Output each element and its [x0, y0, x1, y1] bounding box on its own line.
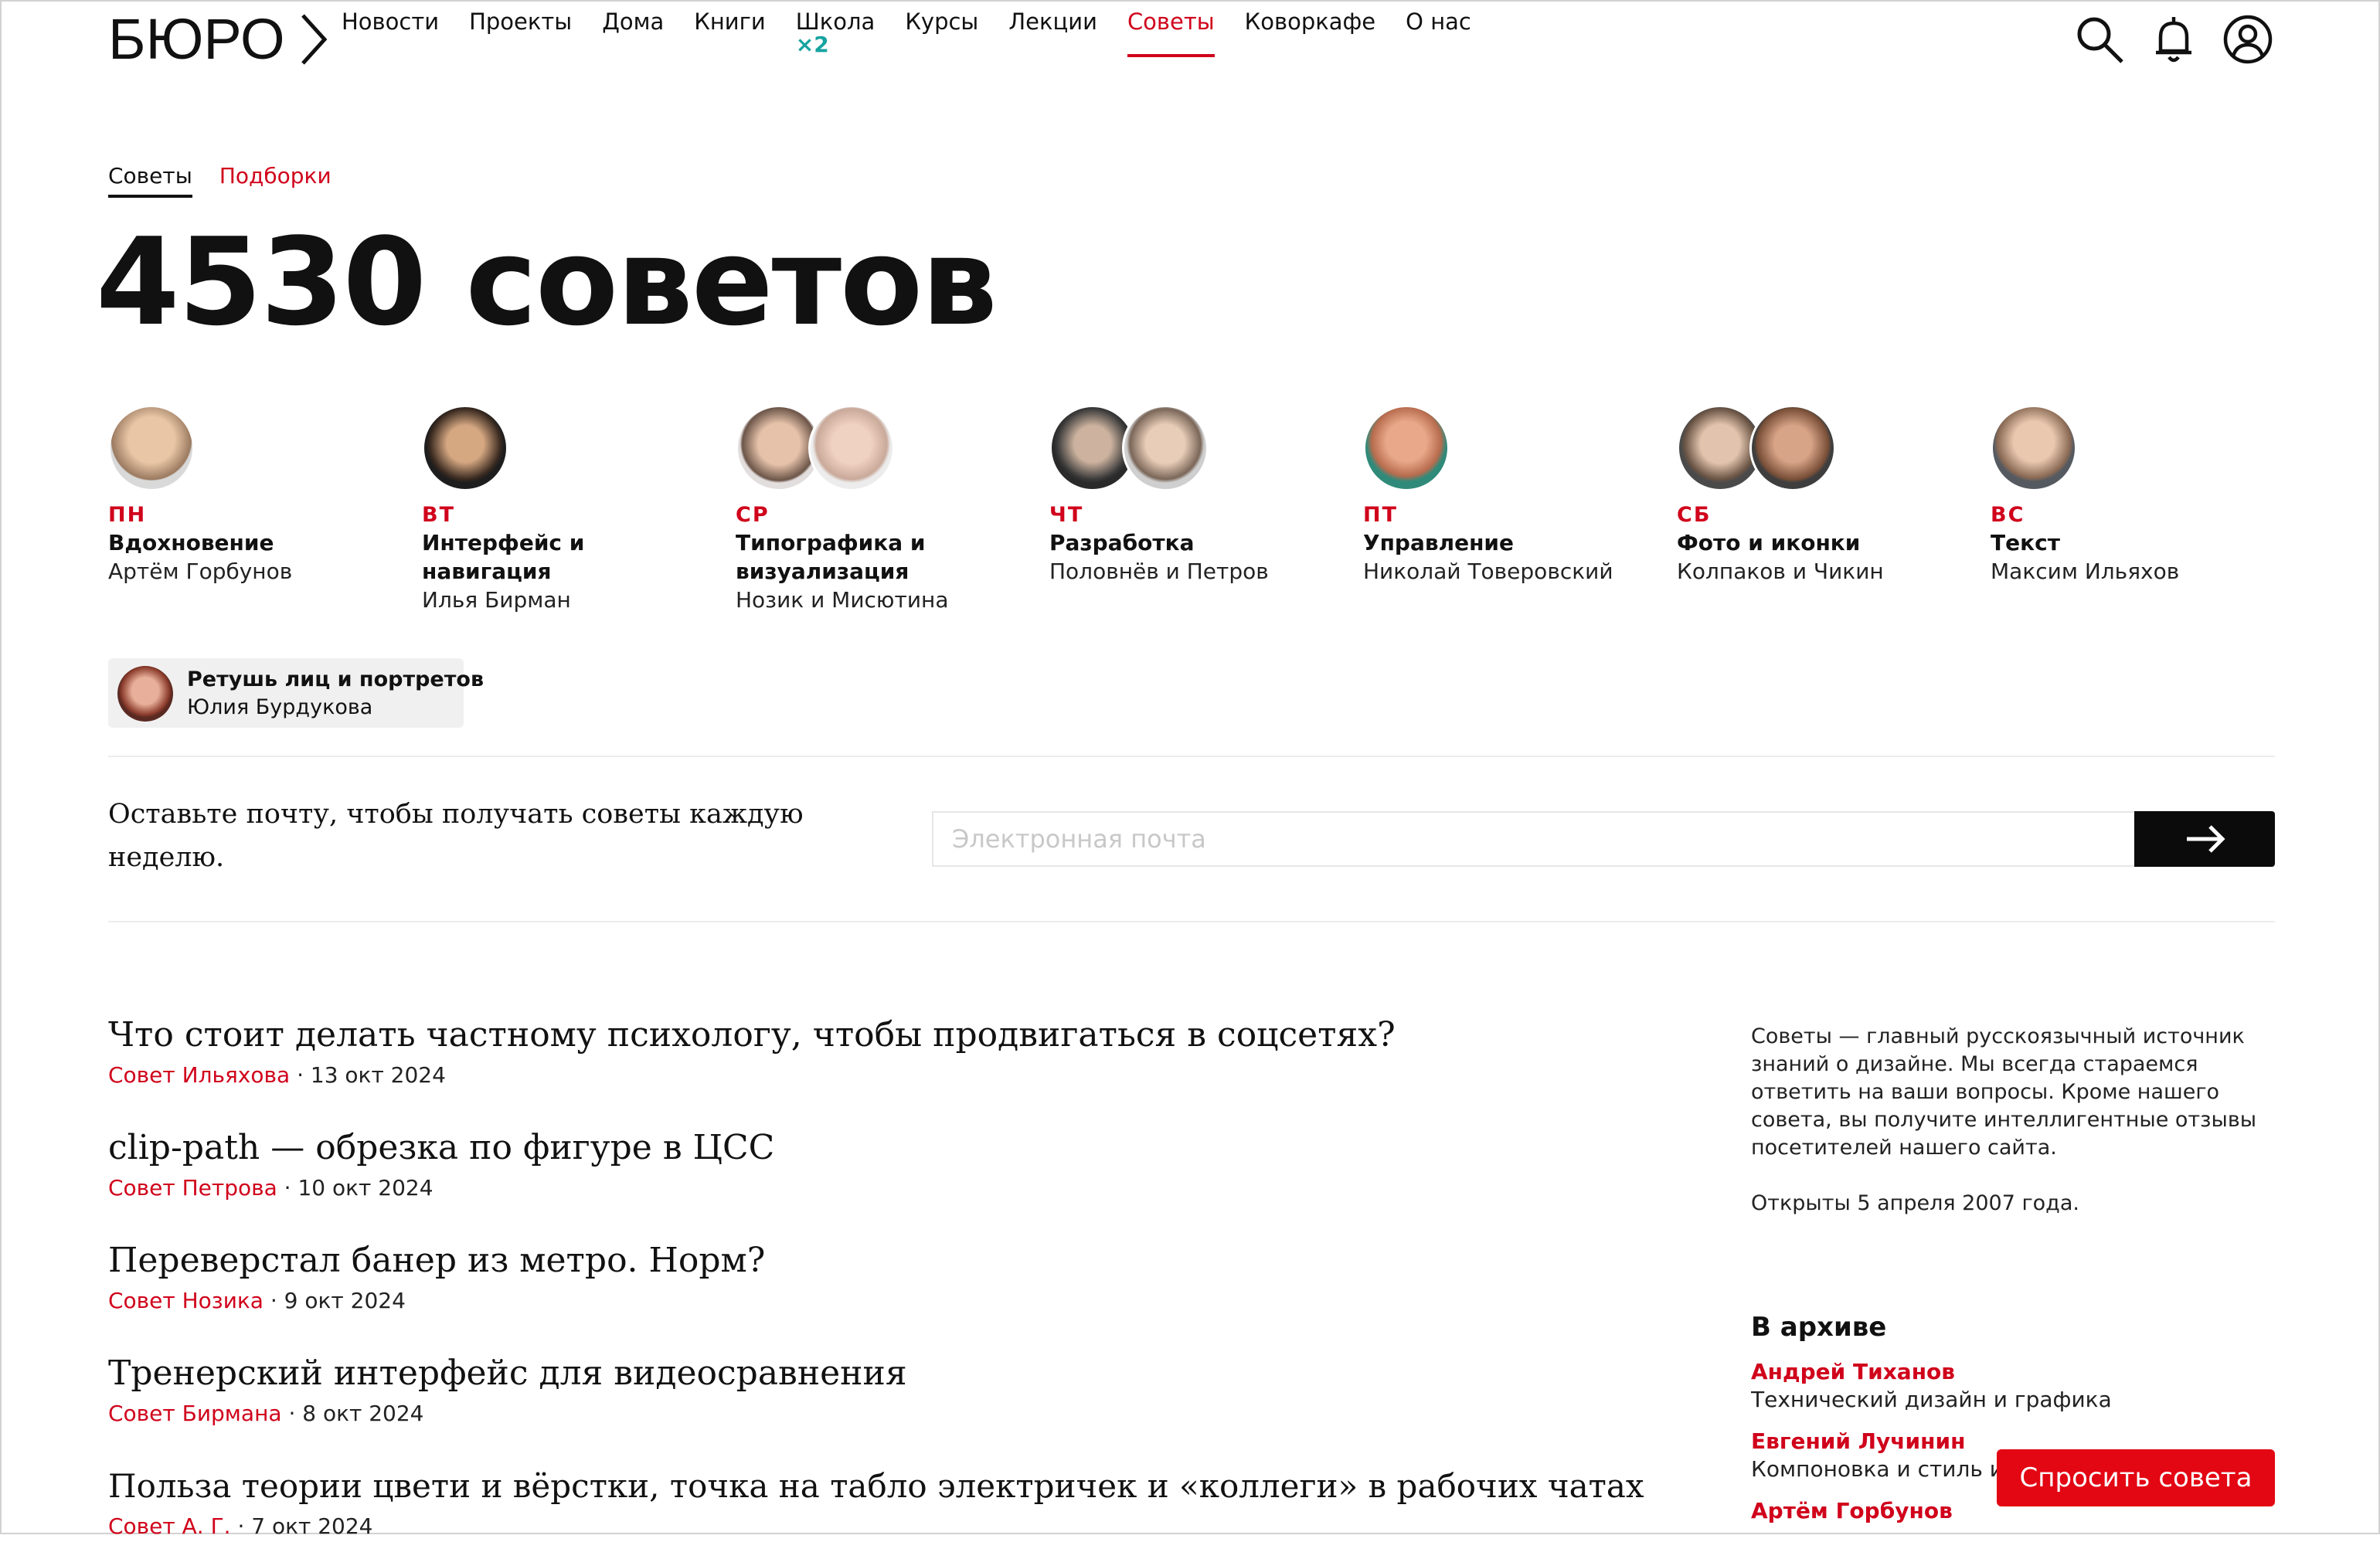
nav-item-courses[interactable]: Курсы [905, 6, 978, 37]
day-author: Максим Ильяхов [1991, 559, 2180, 584]
arrow-right-icon [2187, 825, 2225, 853]
article-date: · 9 окт 2024 [263, 1288, 406, 1313]
day-label: ВТ [422, 503, 455, 527]
avatar [808, 405, 895, 491]
article-date: · 7 окт 2024 [230, 1513, 373, 1539]
day-author: Половнёв и Петров [1049, 559, 1269, 584]
day-label: ПТ [1363, 503, 1399, 527]
nav-item-houses[interactable]: Дома [602, 6, 664, 37]
article-title[interactable]: Переверстал банер из метро. Норм? [108, 1239, 765, 1282]
avatar [108, 405, 195, 491]
nav-item-coworkcafe[interactable]: Коворкафе [1245, 6, 1376, 37]
day-column-fri[interactable]: ПТ Управление Николай Товеровский [1363, 405, 1657, 586]
avatar [1991, 405, 2077, 491]
nav-item-projects[interactable]: Проекты [469, 6, 572, 37]
section-tabs: Советы Подборки [108, 161, 359, 198]
article-date: · 13 окт 2024 [290, 1062, 446, 1088]
day-topic: Типографика и визуализация [736, 530, 926, 584]
article-title[interactable]: Что стоит делать частному психологу, что… [108, 1014, 1396, 1057]
bell-icon[interactable] [2148, 14, 2199, 65]
avatar [1749, 405, 1836, 491]
day-topic: Интерфейс и навигация [422, 530, 585, 584]
special-topic-chip[interactable]: Ретушь лиц и портретов Юлия Бурдукова [108, 658, 484, 728]
article-date: · 8 окт 2024 [281, 1401, 424, 1426]
nav-item-lectures[interactable]: Лекции [1008, 6, 1097, 37]
article-item: clip-path — обрезка по фигуре в ЦСС Сове… [108, 1126, 774, 1204]
divider [108, 756, 2275, 757]
user-icon[interactable] [2222, 14, 2273, 65]
archive-topic: Технический дизайн и графика [1751, 1387, 2112, 1412]
subscribe-submit-button[interactable] [2134, 811, 2275, 867]
day-column-sat[interactable]: СБ Фото и иконки Колпаков и Чикин [1677, 405, 1970, 586]
article-author[interactable]: Совет Бирмана [108, 1401, 282, 1426]
day-author: Нозик и Мисютина [736, 587, 949, 613]
article-item: Переверстал банер из метро. Норм? Совет … [108, 1239, 765, 1316]
day-topic: Разработка [1049, 530, 1195, 555]
day-author: Илья Бирман [422, 587, 571, 613]
archive-author[interactable]: Андрей Тиханов [1751, 1358, 2292, 1386]
page-title: 4530 советов [96, 212, 998, 352]
day-topic: Фото и иконки [1677, 530, 1861, 555]
article-item: Польза теории цвети и вёрстки, точка на … [108, 1465, 1644, 1542]
search-icon[interactable] [2074, 14, 2125, 65]
about-opened: Открыты 5 апреля 2007 года. [1751, 1191, 2079, 1215]
logo[interactable]: БЮРО [108, 11, 332, 65]
special-topic: Ретушь лиц и портретов [187, 667, 484, 691]
ask-advice-button[interactable]: Спросить совета [1997, 1449, 2275, 1506]
article-title[interactable]: Польза теории цвети и вёрстки, точка на … [108, 1465, 1644, 1508]
avatar [1363, 405, 1450, 491]
day-author: Колпаков и Чикин [1677, 559, 1884, 584]
day-label: ЧТ [1049, 503, 1084, 527]
article-author[interactable]: Совет Ильяхова [108, 1062, 290, 1088]
tab-collections[interactable]: Подборки [219, 161, 332, 198]
archive-item: Андрей Тиханов Технический дизайн и граф… [1751, 1358, 2292, 1414]
day-label: ВС [1991, 503, 2025, 527]
avatar [1122, 405, 1209, 491]
article-item: Тренерский интерфейс для видеосравнения … [108, 1352, 907, 1429]
nav-item-school[interactable]: Школа ×2 [796, 6, 876, 57]
nav-item-news[interactable]: Новости [342, 6, 439, 37]
article-date: · 10 окт 2024 [277, 1175, 434, 1201]
day-column-mon[interactable]: ПН Вдохновение Артём Горбунов [108, 405, 402, 586]
article-item: Что стоит делать частному психологу, что… [108, 1014, 1396, 1091]
about-text-block: Советы — главный русскоязычный источник … [1751, 1023, 2284, 1245]
nav-item-about[interactable]: О нас [1406, 6, 1471, 37]
day-label: ПН [108, 503, 147, 527]
about-text: Советы — главный русскоязычный источник … [1751, 1024, 2257, 1160]
day-topic: Текст [1991, 530, 2060, 555]
nav-item-advice[interactable]: Советы [1127, 6, 1215, 57]
article-author[interactable]: Совет А. Г. [108, 1513, 231, 1539]
article-title[interactable]: Тренерский интерфейс для видеосравнения [108, 1352, 907, 1395]
day-topic: Вдохновение [108, 530, 274, 555]
school-badge: ×2 [795, 32, 829, 57]
nav-item-books[interactable]: Книги [694, 6, 765, 37]
email-input[interactable] [932, 811, 2137, 867]
day-author: Артём Горбунов [108, 559, 293, 584]
special-author: Юлия Бурдукова [187, 695, 373, 719]
tab-advice[interactable]: Советы [108, 161, 192, 198]
avatar [117, 666, 173, 722]
article-author[interactable]: Совет Петрова [108, 1175, 277, 1201]
day-column-tue[interactable]: ВТ Интерфейс и навигация Илья Бирман [422, 405, 716, 614]
article-author[interactable]: Совет Нозика [108, 1288, 264, 1313]
main-nav: Новости Проекты Дома Книги Школа ×2 Курс… [342, 6, 1501, 57]
day-column-wed[interactable]: СР Типографика и визуализация Нозик и Ми… [736, 405, 1029, 614]
article-title[interactable]: clip-path — обрезка по фигуре в ЦСС [108, 1126, 774, 1170]
day-label: СБ [1677, 503, 1712, 527]
day-column-sun[interactable]: ВС Текст Максим Ильяхов [1991, 405, 2284, 586]
day-author: Николай Товеровский [1363, 559, 1613, 584]
avatar [422, 405, 508, 491]
subscribe-text: Оставьте почту, чтобы получать советы ка… [108, 799, 804, 873]
svg-text:БЮРО: БЮРО [108, 11, 285, 65]
day-label: СР [736, 503, 770, 527]
day-column-thu[interactable]: ЧТ Разработка Половнёв и Петров [1049, 405, 1343, 586]
archive-heading: В архиве [1751, 1312, 1887, 1343]
divider [108, 921, 2275, 922]
day-topic: Управление [1363, 530, 1515, 555]
